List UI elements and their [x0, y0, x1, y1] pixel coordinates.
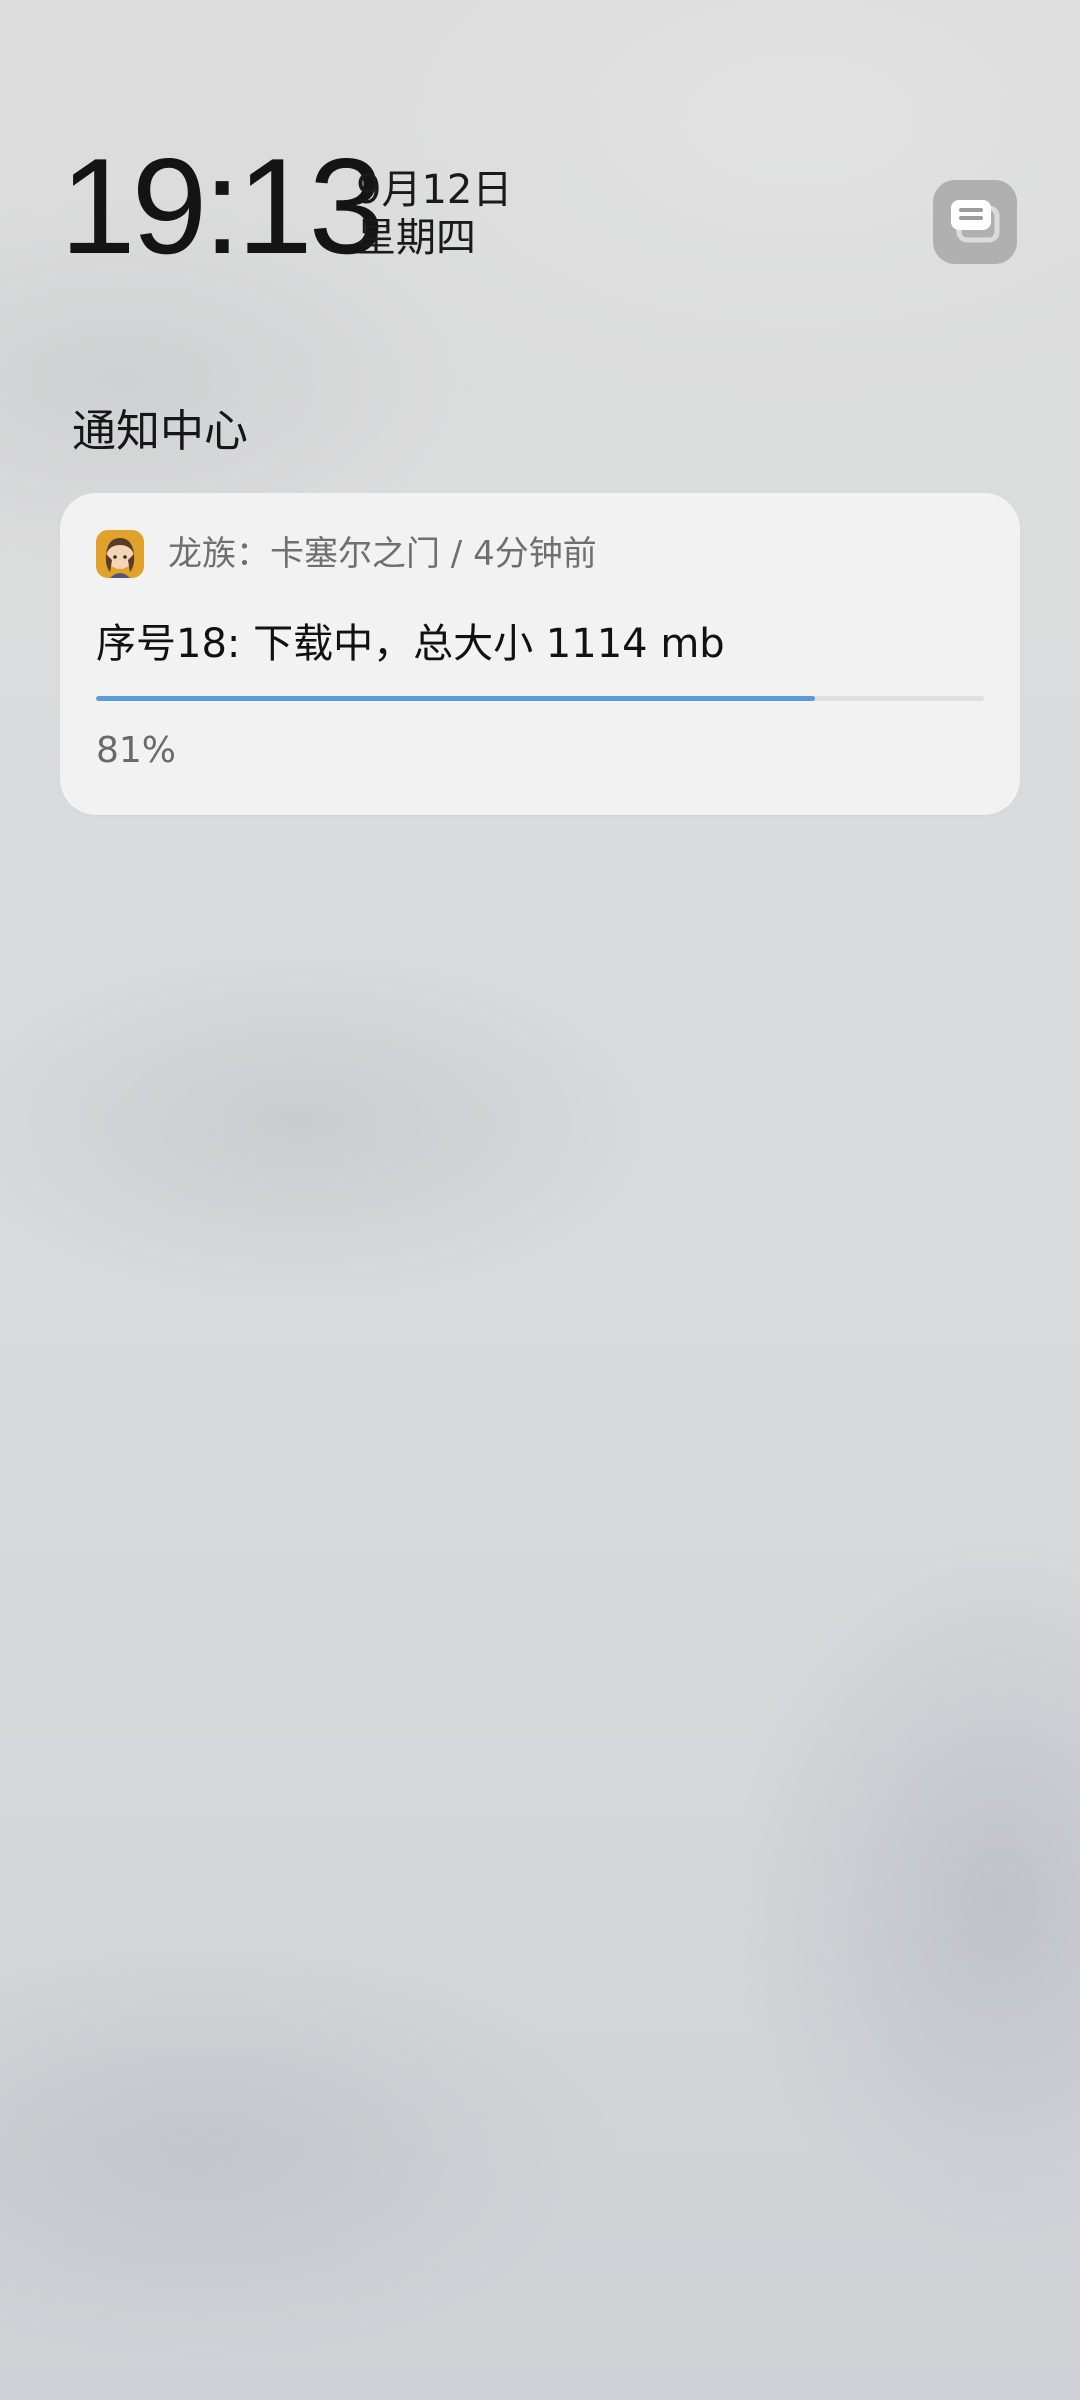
- date-text: 9月12日: [356, 167, 513, 213]
- notification-list-button[interactable]: [933, 180, 1017, 264]
- weekday-text: 星期四: [356, 215, 476, 261]
- notification-title: 序号18: 下载中，总大小 1114 mb: [96, 621, 725, 667]
- notification-center-title: 通知中心: [72, 406, 248, 457]
- download-notification-card[interactable]: 龙族：卡塞尔之门 / 4分钟前 序号18: 下载中，总大小 1114 mb 81…: [60, 493, 1020, 815]
- download-progress-bar: [96, 696, 984, 701]
- notification-header: 龙族：卡塞尔之门 / 4分钟前: [168, 534, 597, 574]
- download-progress-fill: [96, 696, 816, 701]
- download-progress-text: 81%: [96, 730, 177, 771]
- lockscreen-clock: 19:13: [60, 130, 384, 282]
- date-block: 9月12日 星期四: [356, 166, 512, 262]
- notification-list-icon: [951, 200, 1000, 243]
- game-app-icon: [96, 530, 144, 578]
